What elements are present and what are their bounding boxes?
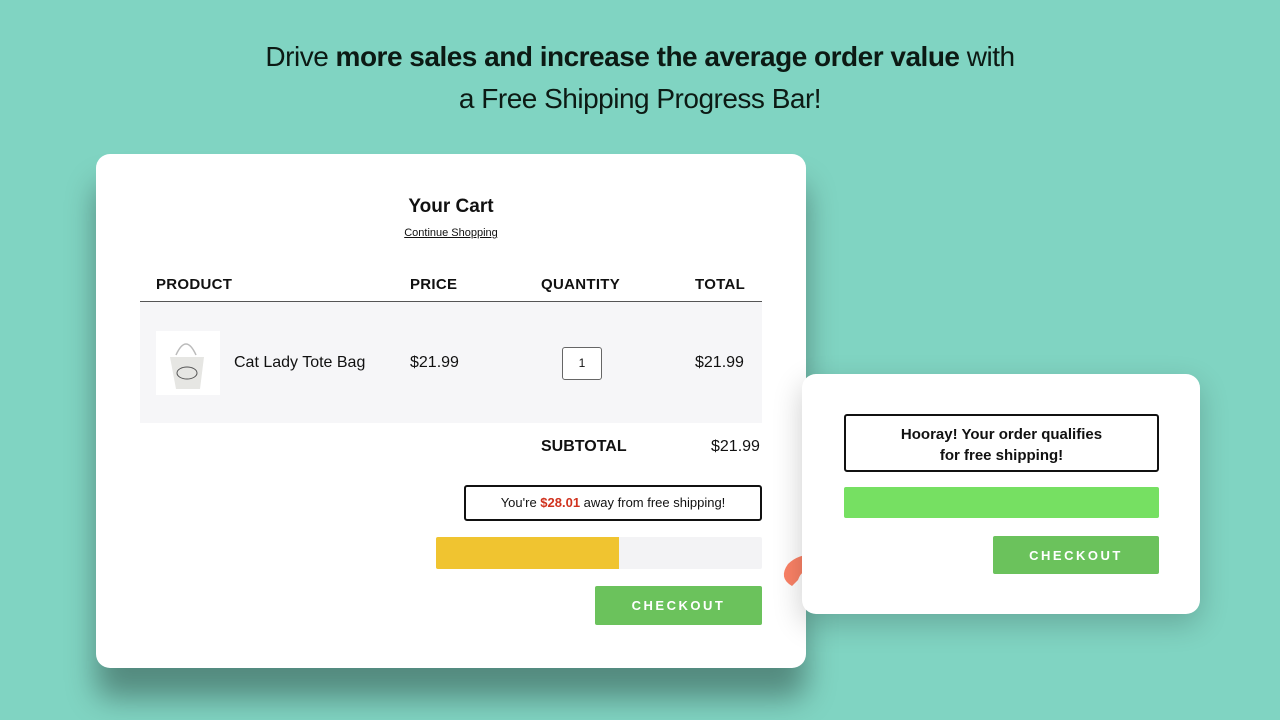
free-shipping-message: Hooray! Your order qualifies for free shi… <box>844 414 1159 472</box>
col-total: TOTAL <box>695 276 746 293</box>
subtotal-label: SUBTOTAL <box>541 438 627 455</box>
col-price: PRICE <box>410 276 458 293</box>
headline: Drive more sales and increase the averag… <box>0 36 1280 120</box>
complete-progress-bar <box>844 487 1159 518</box>
quantity-input[interactable]: 1 <box>562 347 602 380</box>
table-row: Cat Lady Tote Bag $21.99 1 $21.99 <box>140 302 762 423</box>
col-quantity: QUANTITY <box>541 276 621 293</box>
progress-fill <box>436 537 619 569</box>
notice-amount: $28.01 <box>540 495 581 510</box>
notice-pre: You're <box>500 495 541 510</box>
product-price: $21.99 <box>410 354 459 371</box>
product-name[interactable]: Cat Lady Tote Bag <box>234 354 365 372</box>
notice-post: away from free shipping! <box>580 495 726 510</box>
cart-title: Your Cart <box>408 196 494 217</box>
message-line1: Hooray! Your order qualifies <box>900 426 1103 443</box>
tote-bag-image <box>156 331 220 395</box>
col-product: PRODUCT <box>156 276 233 293</box>
headline-pre: Drive <box>265 41 336 72</box>
message-line2: for free shipping! <box>939 447 1064 464</box>
qualified-card: Hooray! Your order qualifies for free shi… <box>802 374 1200 614</box>
shipping-notice: You're $28.01 away from free shipping! <box>464 485 762 521</box>
checkout-button[interactable]: CHECKOUT <box>595 586 762 625</box>
checkout-button-qualified[interactable]: CHECKOUT <box>993 536 1159 574</box>
continue-shopping-link[interactable]: Continue Shopping <box>96 227 806 239</box>
shipping-progress-bar <box>436 537 762 569</box>
subtotal-value: $21.99 <box>711 438 760 455</box>
headline-bold: more sales and increase the average orde… <box>335 41 960 72</box>
headline-line2: a Free Shipping Progress Bar! <box>458 83 822 114</box>
headline-post: with <box>959 41 1015 72</box>
product-total: $21.99 <box>695 354 744 371</box>
cart-card: Your Cart Continue Shopping PRODUCT PRIC… <box>96 154 806 668</box>
